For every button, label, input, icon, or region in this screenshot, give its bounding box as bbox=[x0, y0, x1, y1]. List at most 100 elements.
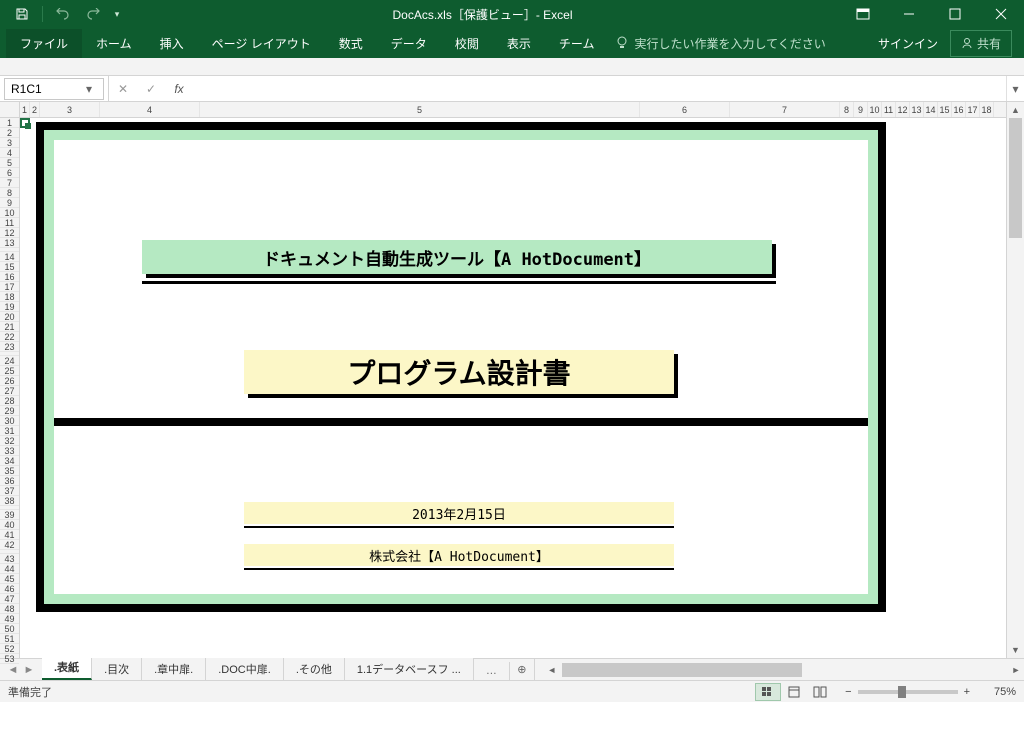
row-header[interactable]: 52 bbox=[0, 644, 19, 654]
formula-expand-icon[interactable]: ▾ bbox=[1006, 76, 1024, 101]
column-header[interactable]: 6 bbox=[640, 102, 730, 117]
row-header[interactable]: 36 bbox=[0, 476, 19, 486]
row-header[interactable]: 3 bbox=[0, 138, 19, 148]
row-header[interactable]: 9 bbox=[0, 198, 19, 208]
row-header[interactable]: 25 bbox=[0, 366, 19, 376]
row-header[interactable]: 14 bbox=[0, 252, 19, 262]
row-header[interactable]: 8 bbox=[0, 188, 19, 198]
row-header[interactable]: 41 bbox=[0, 530, 19, 540]
sheet-tab[interactable]: 1.1データベースフ ... bbox=[345, 658, 474, 680]
hscroll-thumb[interactable] bbox=[562, 663, 802, 677]
column-header[interactable]: 1 bbox=[20, 102, 30, 117]
fx-icon[interactable]: fx bbox=[165, 76, 193, 101]
row-header[interactable]: 27 bbox=[0, 386, 19, 396]
name-box-dropdown-icon[interactable]: ▾ bbox=[81, 82, 97, 96]
row-header[interactable]: 6 bbox=[0, 168, 19, 178]
row-header[interactable]: 13 bbox=[0, 238, 19, 248]
tab-data[interactable]: データ bbox=[377, 29, 441, 58]
row-header[interactable]: 38 bbox=[0, 496, 19, 506]
column-header[interactable]: 10 bbox=[868, 102, 882, 117]
row-header[interactable]: 53 bbox=[0, 654, 19, 664]
row-header[interactable]: 1 bbox=[0, 118, 19, 128]
row-header[interactable]: 16 bbox=[0, 272, 19, 282]
column-header[interactable]: 2 bbox=[30, 102, 40, 117]
row-header[interactable]: 37 bbox=[0, 486, 19, 496]
column-header[interactable]: 8 bbox=[840, 102, 854, 117]
undo-icon[interactable] bbox=[49, 2, 77, 26]
tab-page-layout[interactable]: ページ レイアウト bbox=[198, 29, 325, 58]
minimize-button[interactable] bbox=[886, 0, 932, 28]
row-header[interactable]: 4 bbox=[0, 148, 19, 158]
sheet-tab[interactable]: .その他 bbox=[284, 658, 345, 680]
row-header[interactable]: 19 bbox=[0, 302, 19, 312]
scroll-left-icon[interactable]: ◄ bbox=[544, 665, 560, 675]
row-header[interactable]: 51 bbox=[0, 634, 19, 644]
ribbon-display-icon[interactable] bbox=[840, 0, 886, 28]
row-header[interactable]: 18 bbox=[0, 292, 19, 302]
row-header[interactable]: 17 bbox=[0, 282, 19, 292]
sheet-tab[interactable]: .章中扉. bbox=[142, 658, 206, 680]
row-header[interactable]: 12 bbox=[0, 228, 19, 238]
column-header[interactable]: 18 bbox=[980, 102, 994, 117]
row-header[interactable]: 11 bbox=[0, 218, 19, 228]
tab-team[interactable]: チーム bbox=[545, 29, 609, 58]
row-header[interactable]: 21 bbox=[0, 322, 19, 332]
row-header[interactable]: 22 bbox=[0, 332, 19, 342]
row-header[interactable]: 44 bbox=[0, 564, 19, 574]
add-sheet-button[interactable]: ⊕ bbox=[510, 663, 534, 676]
name-box[interactable]: R1C1 ▾ bbox=[4, 78, 104, 100]
tab-nav-prev-icon[interactable]: ◄ bbox=[6, 664, 20, 676]
tab-formulas[interactable]: 数式 bbox=[325, 29, 377, 58]
tab-view[interactable]: 表示 bbox=[493, 29, 545, 58]
qat-customize-icon[interactable]: ▾ bbox=[109, 2, 125, 26]
row-header[interactable]: 15 bbox=[0, 262, 19, 272]
row-header[interactable]: 20 bbox=[0, 312, 19, 322]
sheet-tab-more[interactable]: … bbox=[474, 662, 510, 680]
row-header[interactable]: 29 bbox=[0, 406, 19, 416]
tab-review[interactable]: 校閲 bbox=[441, 29, 493, 58]
page-layout-view-icon[interactable] bbox=[781, 683, 807, 701]
formula-input[interactable] bbox=[193, 78, 1006, 100]
cancel-icon[interactable]: ✕ bbox=[109, 76, 137, 101]
row-header[interactable]: 24 bbox=[0, 356, 19, 366]
column-header[interactable]: 3 bbox=[40, 102, 100, 117]
signin-link[interactable]: サインイン bbox=[866, 29, 950, 58]
vscroll-thumb[interactable] bbox=[1009, 118, 1022, 238]
row-header[interactable]: 50 bbox=[0, 624, 19, 634]
redo-icon[interactable] bbox=[79, 2, 107, 26]
scroll-down-icon[interactable]: ▼ bbox=[1007, 642, 1024, 658]
scroll-right-icon[interactable]: ► bbox=[1008, 665, 1024, 675]
column-header[interactable]: 4 bbox=[100, 102, 200, 117]
zoom-in-button[interactable]: + bbox=[964, 686, 970, 698]
column-header[interactable]: 7 bbox=[730, 102, 840, 117]
column-header[interactable]: 17 bbox=[966, 102, 980, 117]
sheet-tab[interactable]: .表紙 bbox=[42, 656, 92, 680]
column-header[interactable]: 5 bbox=[200, 102, 640, 117]
row-header[interactable]: 42 bbox=[0, 540, 19, 550]
row-header[interactable]: 48 bbox=[0, 604, 19, 614]
enter-icon[interactable]: ✓ bbox=[137, 76, 165, 101]
horizontal-scrollbar[interactable]: ◄ ► bbox=[544, 663, 1024, 677]
row-header[interactable]: 43 bbox=[0, 554, 19, 564]
tab-insert[interactable]: 挿入 bbox=[146, 29, 198, 58]
select-all-corner[interactable] bbox=[0, 102, 19, 118]
tab-nav-next-icon[interactable]: ► bbox=[22, 664, 36, 676]
maximize-button[interactable] bbox=[932, 0, 978, 28]
row-header[interactable]: 2 bbox=[0, 128, 19, 138]
row-header[interactable]: 28 bbox=[0, 396, 19, 406]
normal-view-icon[interactable] bbox=[755, 683, 781, 701]
scroll-up-icon[interactable]: ▲ bbox=[1007, 102, 1024, 118]
row-header[interactable]: 34 bbox=[0, 456, 19, 466]
row-header[interactable]: 26 bbox=[0, 376, 19, 386]
row-header[interactable]: 39 bbox=[0, 510, 19, 520]
column-header[interactable]: 9 bbox=[854, 102, 868, 117]
zoom-handle[interactable] bbox=[898, 686, 906, 698]
row-header[interactable]: 7 bbox=[0, 178, 19, 188]
row-header[interactable]: 23 bbox=[0, 342, 19, 352]
column-header[interactable]: 11 bbox=[882, 102, 896, 117]
row-header[interactable]: 32 bbox=[0, 436, 19, 446]
row-header[interactable]: 30 bbox=[0, 416, 19, 426]
column-header[interactable]: 16 bbox=[952, 102, 966, 117]
column-header[interactable]: 15 bbox=[938, 102, 952, 117]
zoom-out-button[interactable]: − bbox=[845, 686, 851, 698]
